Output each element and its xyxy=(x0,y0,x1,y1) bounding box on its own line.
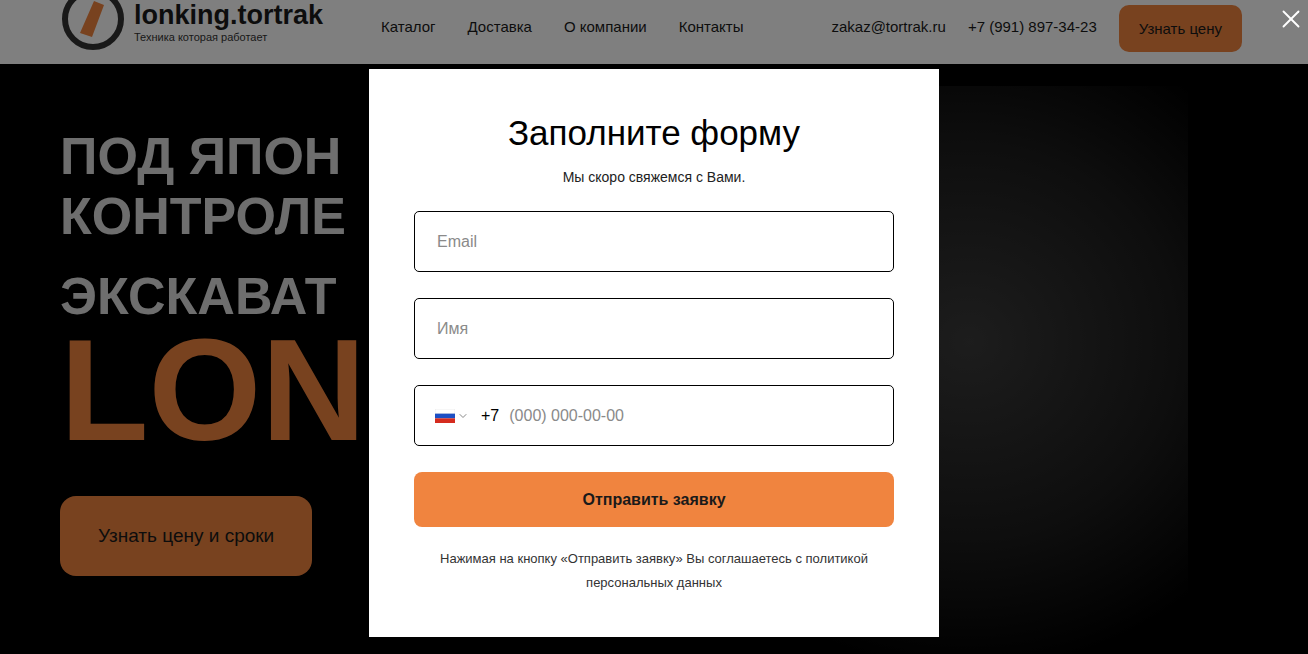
text-field[interactable] xyxy=(414,211,894,272)
phone-input[interactable] xyxy=(507,406,873,426)
text-field[interactable] xyxy=(414,298,894,359)
modal-subtitle: Мы скоро свяжемся с Вами. xyxy=(563,169,746,185)
modal-title: Заполните форму xyxy=(508,109,800,157)
form: +7 Отправить заявку xyxy=(414,211,894,527)
chevron-down-icon xyxy=(457,410,469,422)
modal: Заполните форму Мы скоро свяжемся с Вами.… xyxy=(369,69,939,637)
modal-overlay[interactable]: Заполните форму Мы скоро свяжемся с Вами.… xyxy=(0,0,1308,654)
phone-field[interactable]: +7 xyxy=(414,385,894,446)
close-button[interactable] xyxy=(1276,4,1306,34)
russia-flag-icon xyxy=(435,409,455,423)
close-icon xyxy=(1276,4,1306,34)
text-input[interactable] xyxy=(435,319,873,339)
consent-text: Нажимая на кнопку «Отправить заявку» Вы … xyxy=(419,547,889,595)
submit-button[interactable]: Отправить заявку xyxy=(414,472,894,527)
text-input[interactable] xyxy=(435,232,873,252)
page: lonking.tortrakТехника которая работаетК… xyxy=(0,0,1308,654)
phone-prefix: +7 xyxy=(481,407,499,425)
country-select[interactable] xyxy=(435,409,469,423)
